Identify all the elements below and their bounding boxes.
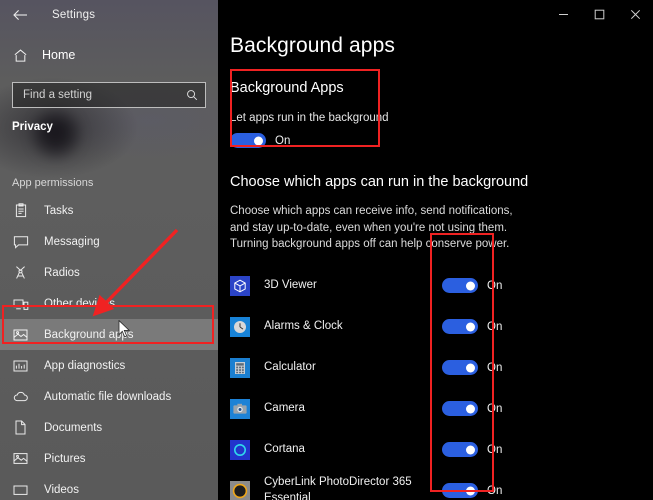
- tasks-clipboard-icon: [12, 202, 29, 219]
- list-item[interactable]: Alarms & Clock On: [230, 306, 641, 347]
- sidebar-item-label: Background apps: [44, 328, 134, 341]
- list-item[interactable]: Cortana On: [230, 429, 641, 470]
- sidebar-item-label: Videos: [44, 483, 79, 496]
- list-item[interactable]: CyberLink PhotoDirector 365 Essential On: [230, 470, 641, 500]
- sidebar-item-label: Messaging: [44, 235, 100, 248]
- sidebar-item-videos[interactable]: Videos: [0, 474, 218, 500]
- app-diagnostics-icon: [12, 357, 29, 374]
- sidebar-item-pictures[interactable]: Pictures: [0, 443, 218, 474]
- 3d-viewer-icon: [230, 275, 250, 296]
- app-toggle-state: On: [487, 484, 503, 497]
- choose-apps-description: Choose which apps can receive info, send…: [230, 205, 513, 251]
- calculator-icon: [230, 357, 250, 378]
- sidebar-item-radios[interactable]: Radios: [0, 257, 218, 288]
- home-icon: [12, 47, 28, 63]
- close-button[interactable]: [617, 0, 653, 28]
- radio-tower-icon: [12, 264, 29, 281]
- sidebar-home-label: Home: [42, 48, 76, 62]
- minimize-button[interactable]: [545, 0, 581, 28]
- settings-window: Settings Home Privacy App p: [0, 0, 653, 500]
- sidebar-item-label: Other devices: [44, 297, 115, 310]
- search-input[interactable]: [23, 89, 185, 101]
- sidebar-item-home[interactable]: Home: [0, 38, 218, 72]
- sidebar-item-label: Documents: [44, 421, 103, 434]
- document-icon: [12, 419, 29, 436]
- app-toggle-state: On: [487, 402, 503, 415]
- app-toggle[interactable]: [442, 401, 478, 417]
- background-apps-heading: Background Apps: [230, 80, 344, 96]
- list-item[interactable]: 3D Viewer On: [230, 265, 641, 306]
- sidebar-item-other-devices[interactable]: Other devices: [0, 288, 218, 319]
- window-titlebar: Settings: [0, 0, 218, 30]
- app-toggle-row: On: [442, 278, 503, 294]
- cortana-icon: [230, 439, 250, 460]
- sidebar-item-app-diagnostics[interactable]: App diagnostics: [0, 350, 218, 381]
- sidebar-item-label: Pictures: [44, 452, 86, 465]
- devices-icon: [12, 295, 29, 312]
- sidebar-item-messaging[interactable]: Messaging: [0, 226, 218, 257]
- settings-sidebar: Settings Home Privacy App p: [0, 0, 218, 500]
- sidebar-item-label: App diagnostics: [44, 359, 126, 372]
- app-toggle-row: On: [442, 483, 503, 499]
- sidebar-section-title: Privacy: [12, 121, 53, 133]
- app-toggle[interactable]: [442, 483, 478, 499]
- sidebar-nav-list: Tasks Messaging Radios Other devices Bac…: [0, 195, 218, 500]
- app-toggle-row: On: [442, 360, 503, 376]
- app-toggle-state: On: [487, 443, 503, 456]
- app-toggle-row: On: [442, 401, 503, 417]
- camera-icon: [230, 398, 250, 419]
- sidebar-item-label: Radios: [44, 266, 80, 279]
- choose-apps-heading: Choose which apps can run in the backgro…: [230, 174, 529, 190]
- sidebar-item-automatic-file-downloads[interactable]: Automatic file downloads: [0, 381, 218, 412]
- background-apps-master-toggle[interactable]: [230, 133, 266, 148]
- app-toggle[interactable]: [442, 278, 478, 294]
- back-arrow-icon[interactable]: [12, 7, 28, 23]
- pictures-icon: [12, 450, 29, 467]
- sidebar-item-label: Automatic file downloads: [44, 390, 172, 403]
- main-content: Background apps Background Apps Let apps…: [218, 0, 653, 500]
- app-toggle-row: On: [442, 442, 503, 458]
- window-controls: [545, 0, 653, 28]
- app-toggle-row: On: [442, 319, 503, 335]
- sidebar-item-tasks[interactable]: Tasks: [0, 195, 218, 226]
- sidebar-item-background-apps[interactable]: Background apps: [0, 319, 218, 350]
- app-toggle-state: On: [487, 361, 503, 374]
- maximize-button[interactable]: [581, 0, 617, 28]
- background-apps-toggle-label: Let apps run in the background: [230, 112, 389, 124]
- cloud-download-icon: [12, 388, 29, 405]
- app-toggle-state: On: [487, 279, 503, 292]
- background-apps-master-toggle-row: On: [230, 133, 641, 148]
- list-item[interactable]: Camera On: [230, 388, 641, 429]
- sidebar-group-title: App permissions: [12, 177, 94, 189]
- app-list: 3D Viewer On Alarms & Clock On Calculato…: [230, 265, 641, 500]
- app-toggle-state: On: [487, 320, 503, 333]
- app-toggle[interactable]: [442, 442, 478, 458]
- app-toggle[interactable]: [442, 360, 478, 376]
- cyberlink-photodirector-icon: [230, 480, 250, 500]
- search-box[interactable]: [12, 82, 206, 108]
- sidebar-item-label: Tasks: [44, 204, 74, 217]
- video-icon: [12, 481, 29, 498]
- sidebar-item-documents[interactable]: Documents: [0, 412, 218, 443]
- background-apps-icon: [12, 326, 29, 343]
- message-bubble-icon: [12, 233, 29, 250]
- list-item[interactable]: Calculator On: [230, 347, 641, 388]
- app-toggle[interactable]: [442, 319, 478, 335]
- alarms-clock-icon: [230, 316, 250, 337]
- window-title: Settings: [52, 9, 96, 21]
- background-apps-master-toggle-state: On: [275, 134, 291, 147]
- search-icon[interactable]: [185, 88, 199, 102]
